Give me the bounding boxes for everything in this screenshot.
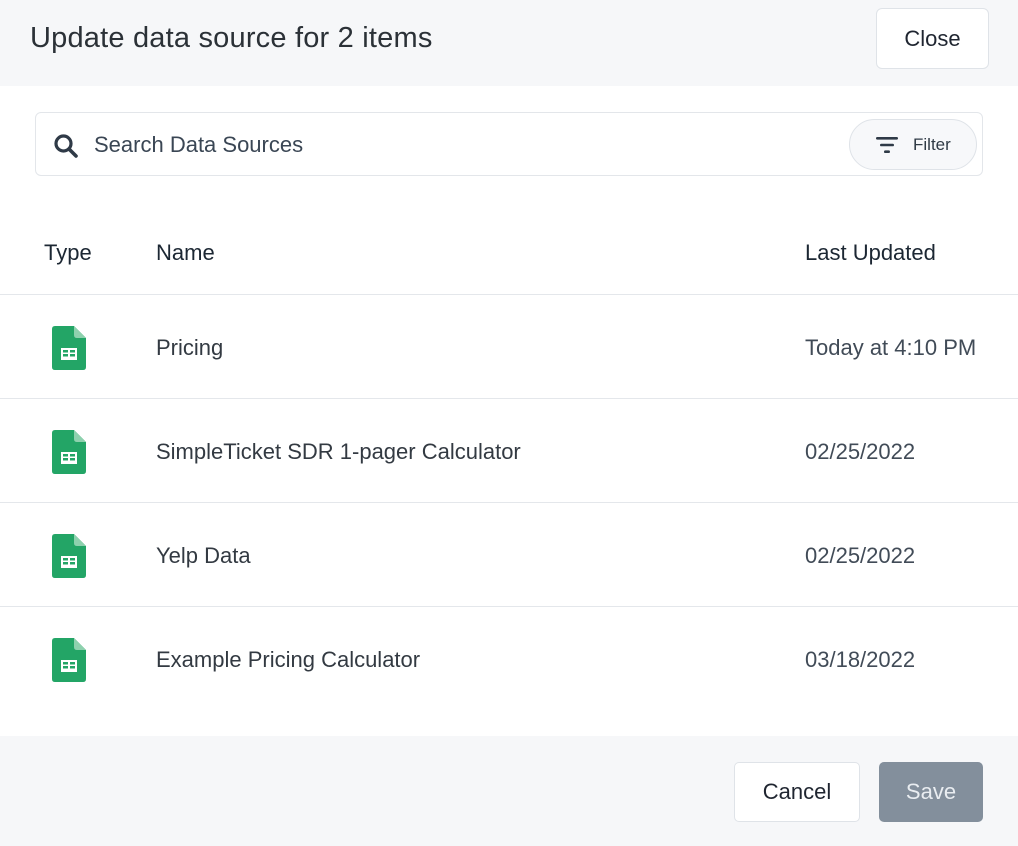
row-last-updated: 03/18/2022 xyxy=(805,647,916,672)
table-row[interactable]: Example Pricing Calculator 03/18/2022 xyxy=(0,607,1018,711)
column-header-type: Type xyxy=(44,240,92,265)
cancel-button[interactable]: Cancel xyxy=(734,762,860,822)
close-button[interactable]: Close xyxy=(876,8,989,69)
table-row[interactable]: SimpleTicket SDR 1-pager Calculator 02/2… xyxy=(0,399,1018,503)
search-input[interactable] xyxy=(94,123,834,167)
dialog-header: Update data source for 2 items Close xyxy=(0,0,1018,86)
row-last-updated: 02/25/2022 xyxy=(805,543,916,568)
table-header: Type Name Last Updated xyxy=(0,215,1018,295)
row-name: SimpleTicket SDR 1-pager Calculator xyxy=(156,439,521,464)
row-name: Yelp Data xyxy=(156,543,251,568)
column-header-name: Name xyxy=(156,240,215,265)
row-last-updated: 02/25/2022 xyxy=(805,439,916,464)
row-last-updated: Today at 4:10 PM xyxy=(805,335,977,360)
filter-label: Filter xyxy=(913,135,951,154)
update-data-source-dialog: Update data source for 2 items Close Fil… xyxy=(0,0,1018,846)
google-sheets-icon xyxy=(52,326,86,370)
row-name: Pricing xyxy=(156,335,224,360)
data-source-list: Pricing Today at 4:10 PM SimpleTicket SD… xyxy=(0,295,1018,711)
dialog-title: Update data source for 2 items xyxy=(30,22,433,54)
search-icon xyxy=(54,134,78,158)
dialog-footer: Cancel Save xyxy=(0,736,1018,846)
row-name: Example Pricing Calculator xyxy=(156,647,421,672)
column-header-last-updated: Last Updated xyxy=(805,240,936,265)
table-row[interactable]: Yelp Data 02/25/2022 xyxy=(0,503,1018,607)
search-bar: Filter xyxy=(35,112,983,176)
google-sheets-icon xyxy=(52,534,86,578)
table-row[interactable]: Pricing Today at 4:10 PM xyxy=(0,295,1018,399)
filter-icon xyxy=(876,137,898,153)
filter-button[interactable]: Filter xyxy=(849,119,977,170)
google-sheets-icon xyxy=(52,638,86,682)
google-sheets-icon xyxy=(52,430,86,474)
save-button[interactable]: Save xyxy=(879,762,983,822)
